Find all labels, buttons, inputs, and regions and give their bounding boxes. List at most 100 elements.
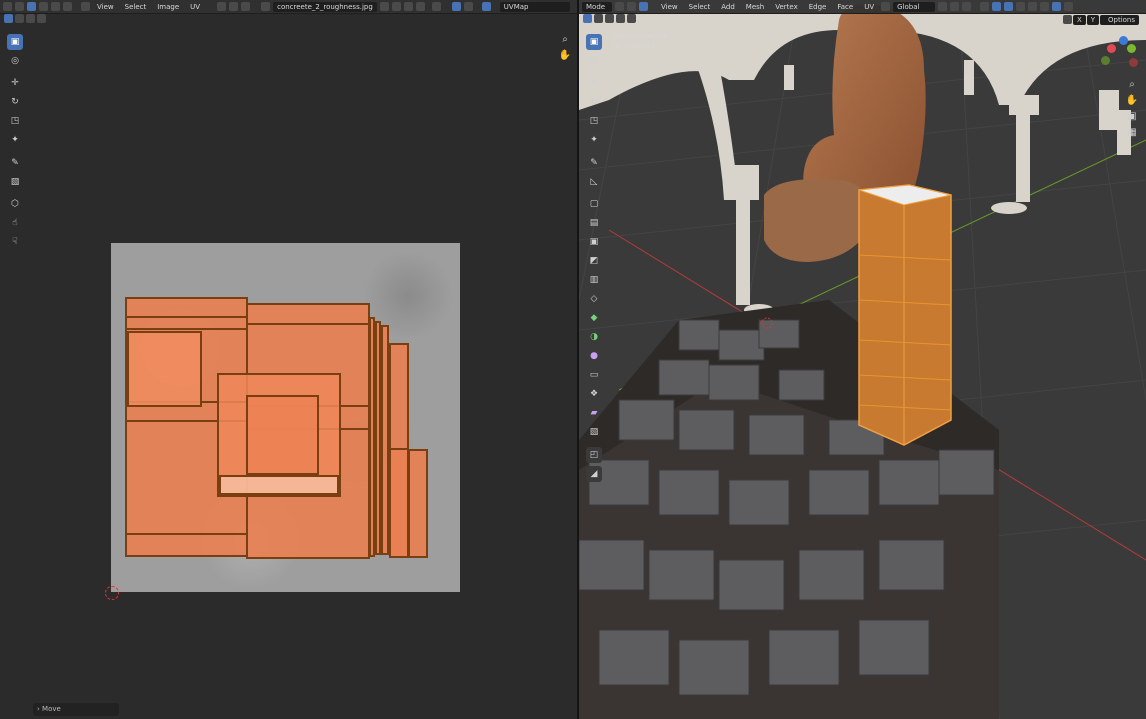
pin-icon[interactable] [431, 2, 441, 11]
edge-slide-tool-icon[interactable]: ▭ [586, 367, 602, 383]
grab-tool-icon[interactable]: ⬡ [7, 196, 23, 212]
image-browse-icon[interactable] [261, 2, 271, 11]
scale-tool-icon[interactable]: ◳ [7, 113, 23, 129]
loop-cut-tool-icon[interactable]: ▥ [586, 272, 602, 288]
proportional-icon[interactable] [962, 2, 972, 11]
rip-tool-icon[interactable]: ▧ [7, 174, 23, 190]
overlay-icon[interactable] [481, 2, 491, 11]
shrink-fatten-tool-icon[interactable]: ❖ [586, 386, 602, 402]
overlay-toggle-icon[interactable] [463, 2, 473, 11]
bevel-tool-icon[interactable]: ◩ [586, 253, 602, 269]
select-new-icon[interactable] [583, 14, 592, 23]
mode-dropdown[interactable]: Mode [582, 1, 612, 12]
menu-select[interactable]: Select [685, 3, 715, 11]
select-box-tool-icon[interactable]: ▣ [7, 33, 23, 50]
2d-cursor-icon[interactable] [105, 586, 119, 600]
rip-region-tool-icon[interactable]: ▧ [586, 424, 602, 440]
menu-view[interactable]: View [657, 3, 682, 11]
cursor-tool-icon[interactable]: ◎ [7, 53, 23, 69]
uv-island-bevel-bottom[interactable] [219, 475, 339, 495]
scale-tool-icon[interactable]: ◳ [586, 113, 602, 129]
editor-type-icon[interactable] [3, 2, 12, 11]
vertex-select-icon[interactable] [27, 2, 36, 11]
overlay-icon[interactable] [1004, 2, 1014, 11]
zoom-icon[interactable]: ⌕ [558, 33, 572, 47]
mirror-toggle-icon[interactable] [1063, 15, 1072, 24]
snap-icon[interactable] [229, 2, 239, 11]
uv-island-strip-3[interactable] [381, 325, 389, 555]
rotate-tool-icon[interactable]: ↻ [586, 94, 602, 110]
menu-vertex[interactable]: Vertex [771, 3, 802, 11]
transform-tool-icon[interactable]: ✦ [7, 132, 23, 148]
visibility-icon[interactable] [980, 2, 990, 11]
poly-build-tool-icon[interactable]: ◆ [586, 310, 602, 326]
3d-viewport[interactable]: Mode View Select Add Mesh Vertex Edge Fa… [579, 0, 1146, 719]
menu-uv[interactable]: UV [860, 3, 878, 11]
pinch-tool-icon[interactable]: ☟ [7, 234, 23, 250]
menu-view[interactable]: View [93, 3, 118, 11]
pivot-icon[interactable] [938, 2, 948, 11]
solid-shading-icon[interactable] [1040, 2, 1050, 11]
snap-icon[interactable] [950, 2, 960, 11]
sync-selection-icon[interactable] [15, 2, 24, 11]
menu-uv[interactable]: UV [186, 3, 204, 11]
open-image-icon[interactable] [403, 2, 413, 11]
xray-icon[interactable] [1016, 2, 1026, 11]
uv-island-strip-5[interactable] [389, 448, 409, 558]
select-new-icon[interactable] [4, 14, 13, 23]
shear-tool-icon[interactable]: ▰ [586, 405, 602, 421]
gizmo-z-axis[interactable] [1119, 36, 1128, 45]
uv-map-field[interactable]: UVMap [499, 1, 570, 12]
measure-tool-icon[interactable]: ◺ [586, 174, 602, 190]
uv-island-square[interactable] [127, 331, 202, 407]
new-image-icon[interactable] [391, 2, 401, 11]
add-cube-tool-icon[interactable]: ▢ [586, 196, 602, 212]
rendered-shading-icon[interactable] [1064, 2, 1074, 11]
gizmo-neg-y-axis[interactable] [1101, 56, 1110, 65]
island-select-icon[interactable] [63, 2, 72, 11]
select-box-tool-icon[interactable]: ▣ [586, 33, 602, 50]
relax-tool-icon[interactable]: ☝ [7, 215, 23, 231]
select-subtract-icon[interactable] [605, 14, 614, 23]
gizmo-x-axis[interactable] [1107, 44, 1116, 53]
mirror-y-toggle[interactable]: Y [1086, 15, 1100, 25]
menu-add[interactable]: Add [717, 3, 739, 11]
annotate-tool-icon[interactable]: ✎ [7, 155, 23, 171]
unlink-image-icon[interactable] [415, 2, 425, 11]
fake-user-icon[interactable] [379, 2, 389, 11]
select-intersect-icon[interactable] [627, 14, 636, 23]
perspective-toggle-icon[interactable]: ▦ [1125, 126, 1139, 140]
image-name-field[interactable]: concreete_2_roughness.jpg [273, 1, 377, 12]
inset-tool-icon[interactable]: ▣ [586, 234, 602, 250]
select-invert-icon[interactable] [616, 14, 625, 23]
gizmo-neg-x-axis[interactable] [1129, 58, 1138, 67]
smooth-tool-icon[interactable]: ● [586, 348, 602, 364]
extrude-tool-icon[interactable]: ▤ [586, 215, 602, 231]
face-select-icon[interactable] [51, 2, 60, 11]
select-mode-icon[interactable] [615, 2, 624, 11]
cursor-tool-icon[interactable]: ◎ [586, 53, 602, 69]
camera-view-icon[interactable]: ▣ [1125, 110, 1139, 124]
spin-tool-icon[interactable]: ◑ [586, 329, 602, 345]
select-subtract-icon[interactable] [26, 14, 35, 23]
zoom-icon[interactable]: ⌕ [1125, 78, 1139, 92]
uv-island-strip-6[interactable] [408, 449, 428, 558]
orientation-dropdown[interactable]: Global [893, 1, 936, 12]
annotate-tool-icon[interactable]: ✎ [586, 155, 602, 171]
move-tool-icon[interactable]: ✛ [7, 75, 23, 91]
edit-mode-icon[interactable] [639, 2, 648, 11]
mirror-x-toggle[interactable]: X [1073, 15, 1086, 25]
select-extend-icon[interactable] [15, 14, 24, 23]
menu-select[interactable]: Select [121, 3, 151, 11]
uv-sync-tool-icon[interactable]: ◰ [586, 446, 602, 463]
menu-image[interactable]: Image [153, 3, 183, 11]
edge-select-icon[interactable] [39, 2, 48, 11]
uv-editor[interactable]: View Select Image UV concreete_2_roughne… [0, 0, 577, 719]
menu-mesh[interactable]: Mesh [742, 3, 768, 11]
gizmo-toggle-icon[interactable] [451, 2, 461, 11]
transform-tool-icon[interactable]: ✦ [586, 132, 602, 148]
menu-edge[interactable]: Edge [805, 3, 831, 11]
wireframe-shading-icon[interactable] [1028, 2, 1038, 11]
select-invert-icon[interactable] [37, 14, 46, 23]
uv-project-tool-icon[interactable]: ◢ [586, 465, 602, 482]
